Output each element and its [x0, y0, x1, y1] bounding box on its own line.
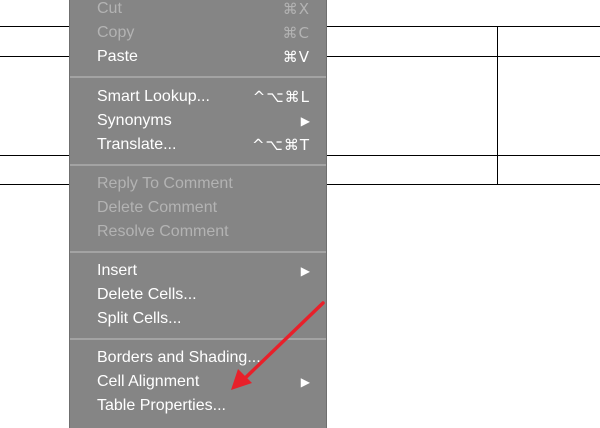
menu-item-label: Insert	[97, 262, 138, 279]
menu-item-paste[interactable]: Paste ⌘V	[70, 45, 326, 69]
menu-item-cell-alignment[interactable]: Cell Alignment ▶	[70, 370, 326, 394]
context-menu: Cut ⌘X Copy ⌘C Paste ⌘V Smart Lookup... …	[69, 0, 327, 428]
menu-separator	[70, 76, 326, 78]
shortcut-label: ⌘V	[282, 48, 310, 66]
menu-item-label: Borders and Shading...	[97, 349, 261, 366]
menu-item-label: Resolve Comment	[97, 223, 229, 240]
menu-item-table-properties[interactable]: Table Properties...	[70, 394, 326, 418]
shortcut-label: ^⌥⌘L	[252, 88, 310, 106]
shortcut-label: ⌘X	[282, 0, 310, 18]
menu-separator	[70, 338, 326, 340]
menu-item-label: Cut	[97, 0, 122, 17]
menu-item-reply-to-comment[interactable]: Reply To Comment	[70, 172, 326, 196]
menu-item-label: Split Cells...	[97, 310, 182, 327]
table-column-border	[497, 26, 498, 185]
menu-separator	[70, 164, 326, 166]
submenu-arrow-icon: ▶	[300, 114, 310, 128]
menu-item-label: Paste	[97, 48, 138, 65]
shortcut-label: ^⌥⌘T	[251, 136, 310, 154]
menu-item-label: Delete Cells...	[97, 286, 197, 303]
menu-item-label: Delete Comment	[97, 199, 218, 216]
menu-item-label: Synonyms	[97, 112, 172, 129]
menu-item-copy[interactable]: Copy ⌘C	[70, 21, 326, 45]
menu-item-translate[interactable]: Translate... ^⌥⌘T	[70, 133, 326, 157]
menu-item-label: Smart Lookup...	[97, 88, 210, 105]
menu-item-smart-lookup[interactable]: Smart Lookup... ^⌥⌘L	[70, 85, 326, 109]
menu-item-delete-cells[interactable]: Delete Cells...	[70, 283, 326, 307]
menu-item-label: Translate...	[97, 136, 177, 153]
menu-item-resolve-comment[interactable]: Resolve Comment	[70, 220, 326, 244]
menu-item-synonyms[interactable]: Synonyms ▶	[70, 109, 326, 133]
menu-item-split-cells[interactable]: Split Cells...	[70, 307, 326, 331]
menu-item-borders-and-shading[interactable]: Borders and Shading...	[70, 346, 326, 370]
shortcut-label: ⌘C	[282, 24, 310, 42]
submenu-arrow-icon: ▶	[300, 375, 310, 389]
menu-item-label: Table Properties...	[97, 397, 226, 414]
menu-item-delete-comment[interactable]: Delete Comment	[70, 196, 326, 220]
menu-item-label: Cell Alignment	[97, 373, 200, 390]
menu-item-label: Reply To Comment	[97, 175, 233, 192]
submenu-arrow-icon: ▶	[300, 264, 310, 278]
menu-item-cut[interactable]: Cut ⌘X	[70, 0, 326, 21]
menu-separator	[70, 251, 326, 253]
menu-item-insert[interactable]: Insert ▶	[70, 259, 326, 283]
menu-item-label: Copy	[97, 24, 135, 41]
